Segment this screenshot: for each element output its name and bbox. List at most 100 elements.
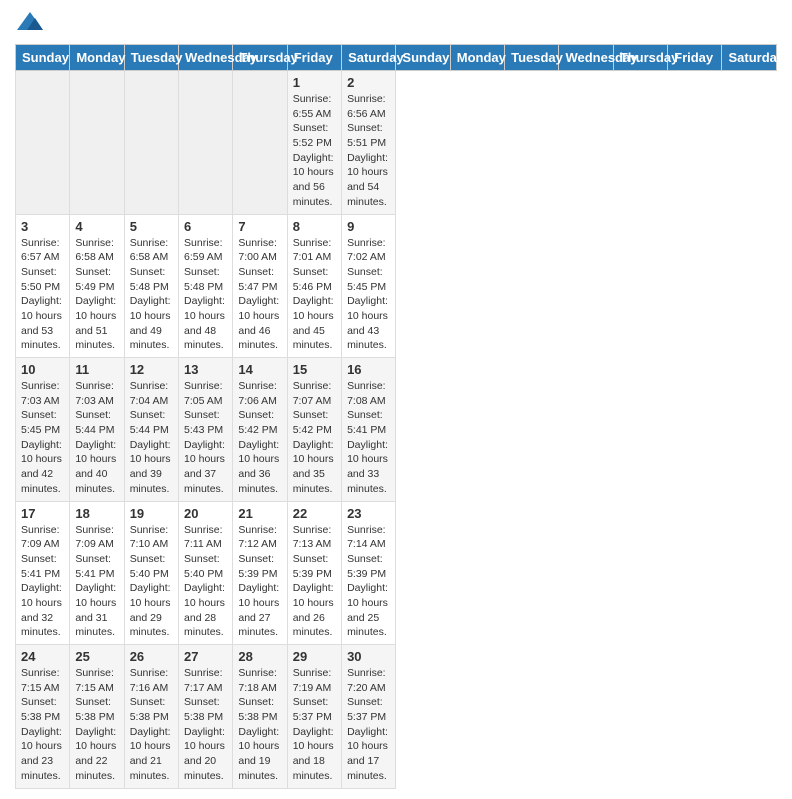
day-number: 22 — [293, 506, 336, 521]
day-number: 21 — [238, 506, 281, 521]
day-info: Sunrise: 7:06 AM Sunset: 5:42 PM Dayligh… — [238, 379, 281, 497]
calendar-cell: 3 Sunrise: 6:57 AM Sunset: 5:50 PM Daylig… — [16, 214, 70, 358]
day-info: Sunrise: 6:55 AM Sunset: 5:52 PM Dayligh… — [293, 92, 336, 210]
day-info: Sunrise: 7:13 AM Sunset: 5:39 PM Dayligh… — [293, 523, 336, 641]
calendar-cell: 29 Sunrise: 7:19 AM Sunset: 5:37 PM Dayli… — [287, 645, 341, 789]
header — [15, 10, 777, 34]
col-header-wednesday: Wednesday — [559, 45, 613, 71]
day-info: Sunrise: 7:17 AM Sunset: 5:38 PM Dayligh… — [184, 666, 227, 784]
calendar-cell: 7 Sunrise: 7:00 AM Sunset: 5:47 PM Daylig… — [233, 214, 287, 358]
calendar-cell: 19 Sunrise: 7:10 AM Sunset: 5:40 PM Dayli… — [124, 501, 178, 645]
logo — [15, 10, 49, 34]
calendar-cell: 6Sunrise: 6:59 AM Sunset: 5:48 PM Daylig… — [179, 214, 233, 358]
day-number: 5 — [130, 219, 173, 234]
calendar-cell: 25 Sunrise: 7:15 AM Sunset: 5:38 PM Dayli… — [70, 645, 124, 789]
day-number: 24 — [21, 649, 64, 664]
calendar-cell: 16Sunrise: 7:08 AM Sunset: 5:41 PM Dayli… — [342, 358, 396, 502]
day-number: 1 — [293, 75, 336, 90]
calendar-cell: 12 Sunrise: 7:04 AM Sunset: 5:44 PM Dayli… — [124, 358, 178, 502]
day-info: Sunrise: 7:04 AM Sunset: 5:44 PM Dayligh… — [130, 379, 173, 497]
calendar-cell: 23Sunrise: 7:14 AM Sunset: 5:39 PM Dayli… — [342, 501, 396, 645]
day-number: 25 — [75, 649, 118, 664]
day-number: 4 — [75, 219, 118, 234]
col-header-thursday: Thursday — [613, 45, 667, 71]
calendar-cell: 4 Sunrise: 6:58 AM Sunset: 5:49 PM Daylig… — [70, 214, 124, 358]
calendar-cell: 20 Sunrise: 7:11 AM Sunset: 5:40 PM Dayli… — [179, 501, 233, 645]
day-info: Sunrise: 7:20 AM Sunset: 5:37 PM Dayligh… — [347, 666, 390, 784]
day-info: Sunrise: 7:00 AM Sunset: 5:47 PM Dayligh… — [238, 236, 281, 354]
day-info: Sunrise: 7:05 AM Sunset: 5:43 PM Dayligh… — [184, 379, 227, 497]
calendar-cell: 24Sunrise: 7:15 AM Sunset: 5:38 PM Dayli… — [16, 645, 70, 789]
calendar-cell: 26Sunrise: 7:16 AM Sunset: 5:38 PM Dayli… — [124, 645, 178, 789]
day-number: 13 — [184, 362, 227, 377]
col-header-saturday: Saturday — [722, 45, 777, 71]
calendar-cell — [70, 71, 124, 215]
header-wednesday: Wednesday — [179, 45, 233, 71]
day-number: 20 — [184, 506, 227, 521]
calendar-cell: 11Sunrise: 7:03 AM Sunset: 5:44 PM Dayli… — [70, 358, 124, 502]
calendar-week-5: 24 Sunrise: 7:15 AM Sunset: 5:38 PM Dayli… — [16, 645, 777, 789]
day-info: Sunrise: 6:56 AM Sunset: 5:51 PM Dayligh… — [347, 92, 390, 210]
day-number: 30 — [347, 649, 390, 664]
day-info: Sunrise: 7:08 AM Sunset: 5:41 PM Dayligh… — [347, 379, 390, 497]
day-number: 12 — [130, 362, 173, 377]
calendar-table: SundayMondayTuesdayWednesdayThursdayFrid… — [15, 44, 777, 789]
day-info: Sunrise: 7:14 AM Sunset: 5:39 PM Dayligh… — [347, 523, 390, 641]
day-number: 3 — [21, 219, 64, 234]
day-number: 9 — [347, 219, 390, 234]
day-number: 11 — [75, 362, 118, 377]
calendar-cell: 27 Sunrise: 7:17 AM Sunset: 5:38 PM Dayli… — [179, 645, 233, 789]
calendar-cell: 10 Sunrise: 7:03 AM Sunset: 5:45 PM Dayli… — [16, 358, 70, 502]
day-number: 17 — [21, 506, 64, 521]
calendar-week-2: 3 Sunrise: 6:57 AM Sunset: 5:50 PM Daylig… — [16, 214, 777, 358]
calendar-week-1: 1 Sunrise: 6:55 AM Sunset: 5:52 PM Daylig… — [16, 71, 777, 215]
calendar-cell: 14Sunrise: 7:06 AM Sunset: 5:42 PM Dayli… — [233, 358, 287, 502]
calendar-cell: 13 Sunrise: 7:05 AM Sunset: 5:43 PM Dayli… — [179, 358, 233, 502]
day-info: Sunrise: 6:58 AM Sunset: 5:49 PM Dayligh… — [75, 236, 118, 354]
calendar-cell: 2 Sunrise: 6:56 AM Sunset: 5:51 PM Daylig… — [342, 71, 396, 215]
day-number: 27 — [184, 649, 227, 664]
calendar-cell — [124, 71, 178, 215]
calendar-cell: 9 Sunrise: 7:02 AM Sunset: 5:45 PM Daylig… — [342, 214, 396, 358]
day-number: 26 — [130, 649, 173, 664]
calendar-cell: 1 Sunrise: 6:55 AM Sunset: 5:52 PM Daylig… — [287, 71, 341, 215]
day-info: Sunrise: 7:15 AM Sunset: 5:38 PM Dayligh… — [75, 666, 118, 784]
day-number: 18 — [75, 506, 118, 521]
day-info: Sunrise: 6:58 AM Sunset: 5:48 PM Dayligh… — [130, 236, 173, 354]
day-info: Sunrise: 6:59 AM Sunset: 5:48 PM Dayligh… — [184, 236, 227, 354]
calendar-week-3: 10 Sunrise: 7:03 AM Sunset: 5:45 PM Dayli… — [16, 358, 777, 502]
logo-icon — [15, 10, 45, 34]
day-info: Sunrise: 7:09 AM Sunset: 5:41 PM Dayligh… — [21, 523, 64, 641]
calendar-header-row: SundayMondayTuesdayWednesdayThursdayFrid… — [16, 45, 777, 71]
day-info: Sunrise: 7:07 AM Sunset: 5:42 PM Dayligh… — [293, 379, 336, 497]
header-tuesday: Tuesday — [124, 45, 178, 71]
day-info: Sunrise: 7:12 AM Sunset: 5:39 PM Dayligh… — [238, 523, 281, 641]
col-header-friday: Friday — [668, 45, 722, 71]
header-monday: Monday — [70, 45, 124, 71]
day-info: Sunrise: 7:19 AM Sunset: 5:37 PM Dayligh… — [293, 666, 336, 784]
calendar-week-4: 17 Sunrise: 7:09 AM Sunset: 5:41 PM Dayli… — [16, 501, 777, 645]
day-number: 2 — [347, 75, 390, 90]
header-thursday: Thursday — [233, 45, 287, 71]
day-info: Sunrise: 7:18 AM Sunset: 5:38 PM Dayligh… — [238, 666, 281, 784]
day-info: Sunrise: 7:10 AM Sunset: 5:40 PM Dayligh… — [130, 523, 173, 641]
day-number: 7 — [238, 219, 281, 234]
col-header-monday: Monday — [450, 45, 504, 71]
calendar-cell — [179, 71, 233, 215]
day-info: Sunrise: 7:01 AM Sunset: 5:46 PM Dayligh… — [293, 236, 336, 354]
day-info: Sunrise: 7:03 AM Sunset: 5:45 PM Dayligh… — [21, 379, 64, 497]
day-number: 29 — [293, 649, 336, 664]
calendar-cell: 22 Sunrise: 7:13 AM Sunset: 5:39 PM Dayli… — [287, 501, 341, 645]
calendar-cell: 5 Sunrise: 6:58 AM Sunset: 5:48 PM Daylig… — [124, 214, 178, 358]
day-number: 10 — [21, 362, 64, 377]
day-number: 8 — [293, 219, 336, 234]
day-number: 19 — [130, 506, 173, 521]
header-sunday: Sunday — [16, 45, 70, 71]
day-info: Sunrise: 7:02 AM Sunset: 5:45 PM Dayligh… — [347, 236, 390, 354]
header-friday: Friday — [287, 45, 341, 71]
calendar-cell: 21 Sunrise: 7:12 AM Sunset: 5:39 PM Dayli… — [233, 501, 287, 645]
day-info: Sunrise: 6:57 AM Sunset: 5:50 PM Dayligh… — [21, 236, 64, 354]
calendar-cell: 17 Sunrise: 7:09 AM Sunset: 5:41 PM Dayli… — [16, 501, 70, 645]
day-info: Sunrise: 7:11 AM Sunset: 5:40 PM Dayligh… — [184, 523, 227, 641]
calendar-cell: 18Sunrise: 7:09 AM Sunset: 5:41 PM Dayli… — [70, 501, 124, 645]
